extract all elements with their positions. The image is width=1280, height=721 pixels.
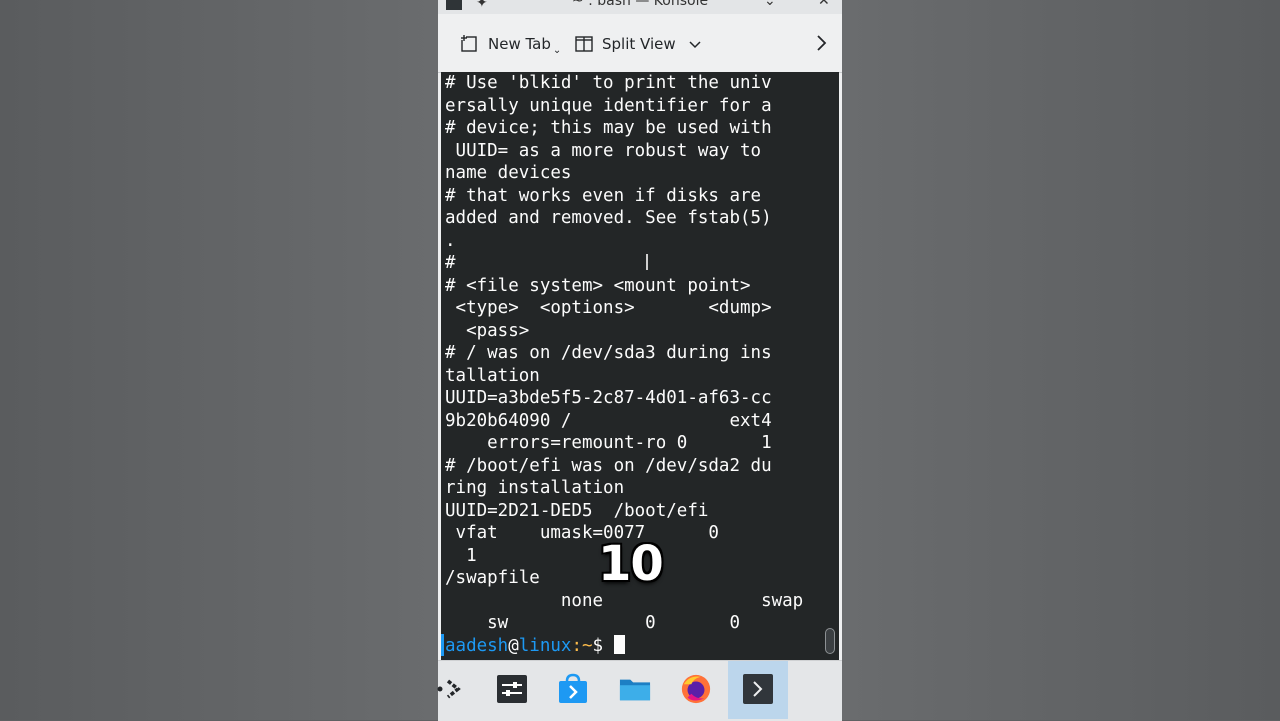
new-tab-icon: [461, 35, 477, 52]
new-tab-label: New Tab: [488, 35, 551, 53]
terminal-line: ring installation: [445, 478, 625, 498]
split-view-button[interactable]: Split View: [574, 32, 702, 56]
overlay-step-number: 10: [598, 536, 664, 592]
terminal-line: # Use 'blkid' to print the univ: [445, 73, 772, 93]
split-view-chevron-down-icon[interactable]: [688, 37, 702, 51]
background-right: [842, 0, 1280, 720]
taskbar: [436, 660, 842, 721]
terminal-line: #: [445, 253, 456, 273]
terminal-line: UUID= as a more robust way to: [445, 140, 762, 161]
terminal-line: added and removed. See fstab(5): [445, 208, 772, 228]
konsole-icon: [743, 674, 773, 704]
terminal-line: ersally unique identifier for a: [445, 95, 772, 116]
terminal-line: none swap: [445, 590, 804, 611]
terminal-line: sw 0 0: [445, 613, 741, 633]
app-launcher-icon: [437, 679, 461, 699]
split-view-icon: [575, 36, 593, 52]
terminal-scrollbar[interactable]: [825, 628, 835, 654]
taskbar-item-konsole[interactable]: [742, 673, 774, 705]
terminal-focus-marker: [441, 634, 444, 656]
terminal-line: .: [445, 230, 456, 251]
file-manager-icon: [619, 679, 651, 701]
text-cursor: [613, 634, 625, 654]
taskbar-item-launcher[interactable]: [436, 673, 468, 705]
system-settings-icon: [497, 675, 527, 703]
firefox-icon: [681, 674, 711, 704]
konsole-window: ✦ ~ : bash — Konsole ⌄ ⌃ ✕ New Tab ⌄ Spl…: [436, 0, 842, 721]
prompt-user: aadesh: [445, 635, 509, 656]
prompt-at: @: [508, 635, 519, 656]
mouse-ibeam-cursor: [646, 254, 648, 270]
terminal-line: # that works even if disks are: [445, 185, 762, 206]
maximize-icon[interactable]: ⌃: [790, 0, 802, 9]
prompt-dollar: $: [592, 635, 614, 656]
terminal-line: # / was on /dev/sda3 during ins: [445, 343, 772, 363]
prompt-host: linux: [518, 635, 572, 656]
discover-store-icon: [559, 673, 587, 703]
taskbar-item-firefox[interactable]: [680, 673, 712, 705]
terminal-line: tallation: [445, 365, 540, 386]
terminal-line: UUID=a3bde5f5-2c87-4d01-af63-cc: [445, 388, 772, 408]
title-bar[interactable]: ✦ ~ : bash — Konsole ⌄ ⌃ ✕: [438, 0, 842, 14]
terminal-line: # device; this may be used with: [445, 118, 772, 138]
taskbar-item-settings[interactable]: [496, 673, 528, 705]
background-left: [0, 0, 438, 720]
split-view-label: Split View: [602, 35, 676, 53]
prompt-path: :~: [571, 635, 593, 656]
new-tab-dropdown-icon[interactable]: ⌄: [553, 45, 561, 56]
window-title: ~ : bash — Konsole: [571, 0, 709, 9]
taskbar-item-files[interactable]: [619, 673, 651, 705]
minimize-icon[interactable]: ⌄: [764, 0, 776, 9]
terminal-line: errors=remount-ro 0 1: [445, 433, 772, 453]
terminal-line: # /boot/efi was on /dev/sda2 du: [445, 455, 772, 476]
terminal-line: UUID=2D21-DED5 /boot/efi: [445, 500, 709, 521]
taskbar-item-discover[interactable]: [557, 673, 589, 705]
terminal-line: 9b20b64090 / ext4: [445, 410, 772, 431]
terminal-line: <pass>: [445, 320, 530, 341]
terminal-line: name devices: [445, 163, 572, 183]
close-icon[interactable]: ✕: [818, 0, 830, 9]
toolbar: New Tab ⌄ Split View: [438, 14, 842, 73]
new-tab-button[interactable]: New Tab ⌄: [460, 32, 561, 56]
terminal-line: <type> <options> <dump>: [445, 298, 772, 318]
shell-prompt[interactable]: aadesh@linux:~$: [445, 634, 825, 658]
toolbar-overflow-chevron-right-icon[interactable]: [814, 34, 828, 52]
terminal-line: # <file system> <mount point>: [445, 275, 751, 296]
